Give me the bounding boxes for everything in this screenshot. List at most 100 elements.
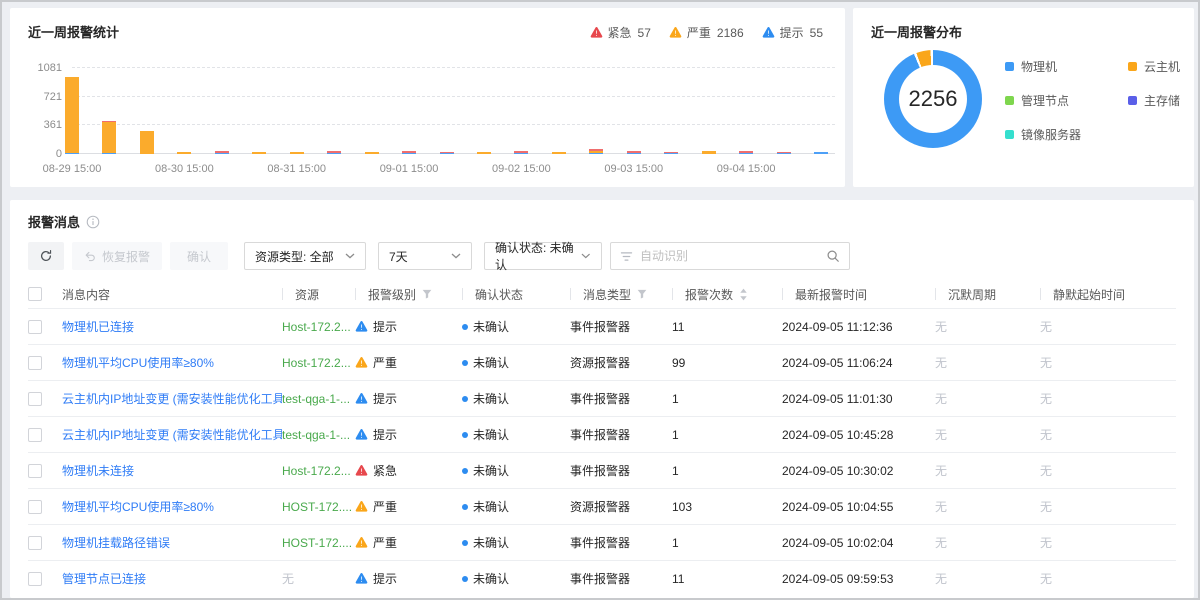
bar-segment-严重 xyxy=(65,77,79,153)
message-content-link[interactable]: 物理机已连接 xyxy=(62,318,134,335)
refresh-icon xyxy=(39,249,53,263)
legend-value: 55 xyxy=(810,26,823,40)
message-content-link[interactable]: 物理机未连接 xyxy=(62,462,134,479)
filter-funnel-icon[interactable] xyxy=(637,289,647,299)
distribution-legend-item: 管理节点 xyxy=(1005,92,1128,109)
silence-period: 无 xyxy=(935,462,947,479)
column-divider xyxy=(1040,288,1041,300)
table-header-cell[interactable]: 资源 xyxy=(282,286,355,303)
sort-icon[interactable] xyxy=(739,288,748,301)
silence-period: 无 xyxy=(935,426,947,443)
column-divider xyxy=(282,288,283,300)
alarm-messages-panel: 报警消息 恢复报警 确认 xyxy=(10,200,1194,598)
latest-alarm-time: 2024-09-05 10:02:04 xyxy=(782,536,893,550)
alarm-messages-table: 消息内容 资源 报警级别 确认状态 消息类型 报警次数 最新报警时间 沉默周期 … xyxy=(28,280,1176,596)
bar-segment-紧急 xyxy=(664,152,678,154)
row-checkbox[interactable] xyxy=(28,356,42,370)
table-header-cell[interactable]: 报警级别 xyxy=(355,286,462,303)
message-content-link[interactable]: 云主机内IP地址变更 (需安装性能优化工具) xyxy=(62,390,282,407)
table-header-cell[interactable]: 静默起始时间 xyxy=(1040,286,1176,303)
table-header-cell[interactable]: 消息内容 xyxy=(62,286,282,303)
alarm-level-label: 严重 xyxy=(373,534,397,551)
alarm-level-label: 严重 xyxy=(373,354,397,371)
table-row: 云主机内IP地址变更 (需安装性能优化工具) test-qga-1-... 提示… xyxy=(28,380,1176,416)
resource-link[interactable]: test-qga-1-... xyxy=(282,392,350,406)
ack-status-label: 未确认 xyxy=(473,390,509,407)
resource-link[interactable]: Host-172.2... xyxy=(282,356,351,370)
filter-funnel-icon[interactable] xyxy=(422,289,432,299)
chevron-down-icon xyxy=(581,253,591,259)
restore-alarm-label: 恢复报警 xyxy=(102,248,150,265)
bar-segment-紧急 xyxy=(514,151,528,153)
resource-link[interactable]: HOST-172.... xyxy=(282,500,352,514)
message-content-link[interactable]: 物理机平均CPU使用率≥80% xyxy=(62,354,214,371)
resource-link[interactable]: Host-172.2... xyxy=(282,320,351,334)
row-checkbox[interactable] xyxy=(28,392,42,406)
silence-start-time: 无 xyxy=(1040,498,1052,515)
ack-status-label: 未确认 xyxy=(473,534,509,551)
row-checkbox[interactable] xyxy=(28,572,42,586)
row-checkbox[interactable] xyxy=(28,320,42,334)
row-checkbox[interactable] xyxy=(28,500,42,514)
table-header-cell[interactable]: 消息类型 xyxy=(570,286,672,303)
silence-period: 无 xyxy=(935,390,947,407)
message-content-link[interactable]: 管理节点已连接 xyxy=(62,570,146,587)
search-icon[interactable] xyxy=(826,249,840,263)
ack-status-dot xyxy=(462,324,468,330)
column-divider xyxy=(935,288,936,300)
alarm-level-legend-item: 严重 2186 xyxy=(669,24,744,41)
ack-status-label: 未确认 xyxy=(473,426,509,443)
message-type: 资源报警器 xyxy=(570,354,630,371)
resource-link[interactable]: test-qga-1-... xyxy=(282,428,350,442)
column-label: 静默起始时间 xyxy=(1053,286,1125,303)
legend-value: 2186 xyxy=(717,26,744,40)
legend-label: 管理节点 xyxy=(1021,92,1069,109)
column-label: 报警次数 xyxy=(685,286,733,303)
row-checkbox[interactable] xyxy=(28,536,42,550)
bar-chart-y-axis: 03617211081 xyxy=(16,68,66,154)
alarm-count: 1 xyxy=(672,464,679,478)
alarm-count: 1 xyxy=(672,428,679,442)
warning-triangle-icon xyxy=(355,356,368,369)
message-content-link[interactable]: 云主机内IP地址变更 (需安装性能优化工具) xyxy=(62,426,282,443)
alarm-level-label: 紧急 xyxy=(373,462,397,479)
bar-segment-严重 xyxy=(702,151,716,154)
bar-segment-紧急 xyxy=(327,151,341,153)
x-tick-label: 09-04 15:00 xyxy=(717,163,776,175)
warning-triangle-icon xyxy=(590,26,603,39)
row-checkbox[interactable] xyxy=(28,428,42,442)
restore-alarm-button[interactable]: 恢复报警 xyxy=(72,242,162,270)
resource-link[interactable]: HOST-172.... xyxy=(282,536,352,550)
x-tick-label: 09-02 15:00 xyxy=(492,163,551,175)
silence-start-time: 无 xyxy=(1040,462,1052,479)
bar-segment-严重 xyxy=(177,152,191,154)
message-type: 事件报警器 xyxy=(570,318,630,335)
table-header-cell[interactable]: 沉默周期 xyxy=(935,286,1040,303)
message-type: 事件报警器 xyxy=(570,570,630,587)
message-content-link[interactable]: 物理机挂载路径错误 xyxy=(62,534,170,551)
legend-color-swatch xyxy=(1005,130,1014,139)
ack-status-dot xyxy=(462,432,468,438)
warning-triangle-icon xyxy=(355,572,368,585)
time-range-dropdown[interactable]: 7天 xyxy=(378,242,472,270)
search-input[interactable] xyxy=(640,249,819,263)
table-header-cell[interactable]: 最新报警时间 xyxy=(782,286,935,303)
row-checkbox[interactable] xyxy=(28,464,42,478)
select-all-checkbox[interactable] xyxy=(28,287,42,301)
alarm-count: 1 xyxy=(672,392,679,406)
info-icon[interactable] xyxy=(86,215,100,229)
message-content-link[interactable]: 物理机平均CPU使用率≥80% xyxy=(62,498,214,515)
table-header-cell[interactable]: 确认状态 xyxy=(462,286,570,303)
table-header-cell[interactable]: 报警次数 xyxy=(672,286,782,303)
search-box[interactable] xyxy=(610,242,850,270)
table-row: 云主机内IP地址变更 (需安装性能优化工具) test-qga-1-... 提示… xyxy=(28,416,1176,452)
confirm-button[interactable]: 确认 xyxy=(170,242,228,270)
resource-type-dropdown[interactable]: 资源类型: 全部 xyxy=(244,242,366,270)
bar-segment-紧急 xyxy=(589,149,603,151)
latest-alarm-time: 2024-09-05 10:45:28 xyxy=(782,428,893,442)
resource-link[interactable]: Host-172.2... xyxy=(282,464,351,478)
refresh-button[interactable] xyxy=(28,242,64,270)
ack-state-dropdown[interactable]: 确认状态: 未确认 xyxy=(484,242,602,270)
bar-segment-紧急 xyxy=(627,151,641,153)
legend-label: 严重 xyxy=(687,24,711,41)
